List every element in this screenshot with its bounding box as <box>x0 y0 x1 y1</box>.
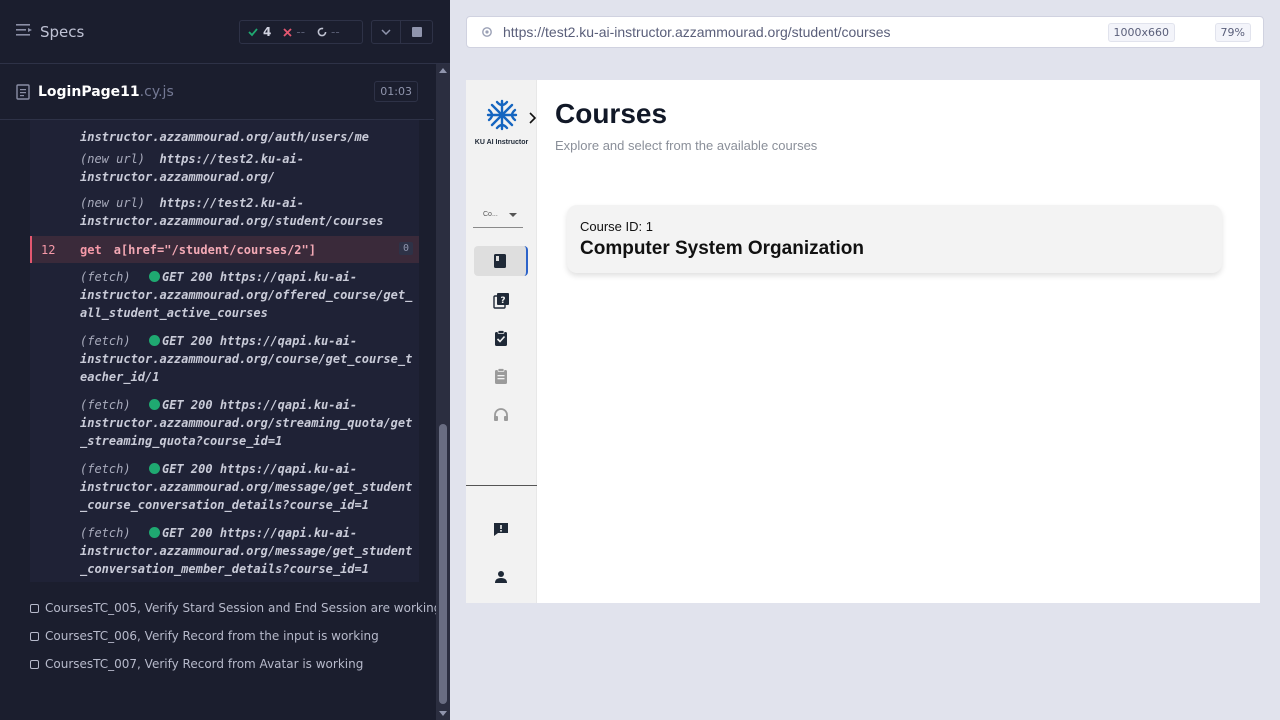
stop-icon <box>411 27 422 37</box>
log-entry-fetch[interactable]: (fetch) GET 200 https://qapi.ku-ai- inst… <box>80 460 412 514</box>
status-dot-icon <box>149 271 161 282</box>
command-number: 12 <box>41 242 56 257</box>
nav-quizzes[interactable]: ? <box>474 285 528 315</box>
app-page: KU AI Instructor Co... ? Courses Explore… <box>466 80 1260 603</box>
active-command-row[interactable]: 12 get a[href="/student/courses/2"] 0 <box>30 236 419 263</box>
quiz-icon: ? <box>492 292 509 309</box>
element-count-badge: 0 <box>398 242 413 255</box>
command-selector: a[href="/student/courses/2"] <box>113 242 316 257</box>
nav-support[interactable] <box>474 400 528 430</box>
file-icon <box>16 84 30 100</box>
log-entry-fetch[interactable]: (fetch) GET 200 https://qapi.ku-ai- inst… <box>80 332 412 386</box>
scroll-up-icon[interactable] <box>439 68 447 73</box>
clipboard-check-icon <box>495 329 507 346</box>
spec-file-ext: .cy.js <box>139 84 174 100</box>
log-entry-new-url[interactable]: (new url) https://test2.ku-ai- instructo… <box>80 150 304 186</box>
specs-title[interactable]: Specs <box>40 23 84 41</box>
page-title: Courses <box>555 98 668 129</box>
book-icon <box>494 254 506 268</box>
status-dot-icon <box>149 399 161 410</box>
course-select[interactable]: Co... <box>473 202 523 228</box>
log-entry-fetch[interactable]: (fetch) GET 200 https://qapi.ku-ai- inst… <box>80 396 412 450</box>
svg-text:?: ? <box>500 296 505 306</box>
site-settings-icon <box>482 27 492 37</box>
status-dot-icon <box>149 463 161 474</box>
check-icon <box>248 28 258 37</box>
pending-count: -- <box>317 25 340 39</box>
chevron-right-icon[interactable] <box>528 112 536 124</box>
checkbox-icon <box>30 603 39 613</box>
specs-menu-icon[interactable] <box>16 22 32 41</box>
log-entry-fetch[interactable]: (fetch) GET 200 https://qapi.ku-ai- inst… <box>80 524 412 578</box>
test-item[interactable]: CoursesTC_007, Verify Record from Avatar… <box>30 657 363 671</box>
ku-logo-icon <box>486 99 518 131</box>
chevron-down-icon <box>381 29 391 35</box>
spec-file-name: LoginPage11 <box>38 84 140 100</box>
nav-feedback[interactable] <box>474 514 528 544</box>
scroll-down-icon[interactable] <box>439 711 447 716</box>
failed-count: -- <box>283 25 305 39</box>
test-runner-panel: Specs 4 -- -- LoginPage11 .cy.js 01:03 in… <box>0 0 450 720</box>
scroll-thumb[interactable] <box>439 424 447 704</box>
course-card[interactable]: Course ID: 1 Computer System Organizatio… <box>567 205 1222 273</box>
status-dot-icon <box>149 335 161 346</box>
course-name: Computer System Organization <box>580 238 864 259</box>
checkbox-icon <box>30 659 39 669</box>
test-stats: 4 -- -- <box>239 20 363 44</box>
log-entry-new-url[interactable]: (new url) https://test2.ku-ai- instructo… <box>80 194 383 230</box>
aut-url[interactable]: https://test2.ku-ai-instructor.azzammour… <box>503 24 891 40</box>
app-under-test-panel: https://test2.ku-ai-instructor.azzammour… <box>450 0 1280 720</box>
aut-url-bar[interactable]: https://test2.ku-ai-instructor.azzammour… <box>466 16 1264 48</box>
course-id: Course ID: 1 <box>580 219 653 234</box>
spec-file-row: LoginPage11 .cy.js 01:03 <box>0 65 434 120</box>
headset-icon <box>494 408 508 421</box>
nav-reports[interactable] <box>474 361 528 391</box>
stop-button[interactable] <box>401 20 433 44</box>
log-scrollbar[interactable] <box>436 64 450 720</box>
command-name: get <box>80 242 102 257</box>
person-icon <box>495 571 507 583</box>
sidebar-divider <box>466 485 537 486</box>
feedback-icon <box>494 523 508 536</box>
log-entry-partial[interactable]: instructor.azzammourad.org/auth/users/me <box>80 120 369 146</box>
nav-assignments[interactable] <box>474 323 528 353</box>
command-log: instructor.azzammourad.org/auth/users/me… <box>30 120 419 582</box>
passed-count: 4 <box>248 25 271 39</box>
clipboard-icon <box>495 367 507 384</box>
nav-courses[interactable] <box>474 246 528 276</box>
caret-down-icon <box>509 213 517 217</box>
app-sidebar: KU AI Instructor Co... ? <box>466 80 537 603</box>
zoom-badge[interactable]: 79% <box>1214 23 1251 42</box>
status-dot-icon <box>149 527 161 538</box>
collapse-button[interactable] <box>371 20 401 44</box>
viewport-size-badge[interactable]: 1000x660 <box>1107 23 1175 42</box>
x-icon <box>283 27 292 37</box>
run-timer: 01:03 <box>374 81 418 102</box>
test-item[interactable]: CoursesTC_006, Verify Record from the in… <box>30 629 379 643</box>
log-entry-fetch[interactable]: (fetch) GET 200 https://qapi.ku-ai- inst… <box>80 268 412 322</box>
app-brand: KU AI Instructor <box>474 139 529 146</box>
test-item[interactable]: CoursesTC_005, Verify Stard Session and … <box>30 601 441 615</box>
page-subtitle: Explore and select from the available co… <box>555 138 818 153</box>
checkbox-icon <box>30 631 39 641</box>
nav-profile[interactable] <box>474 562 528 592</box>
spinner-icon <box>317 27 327 37</box>
